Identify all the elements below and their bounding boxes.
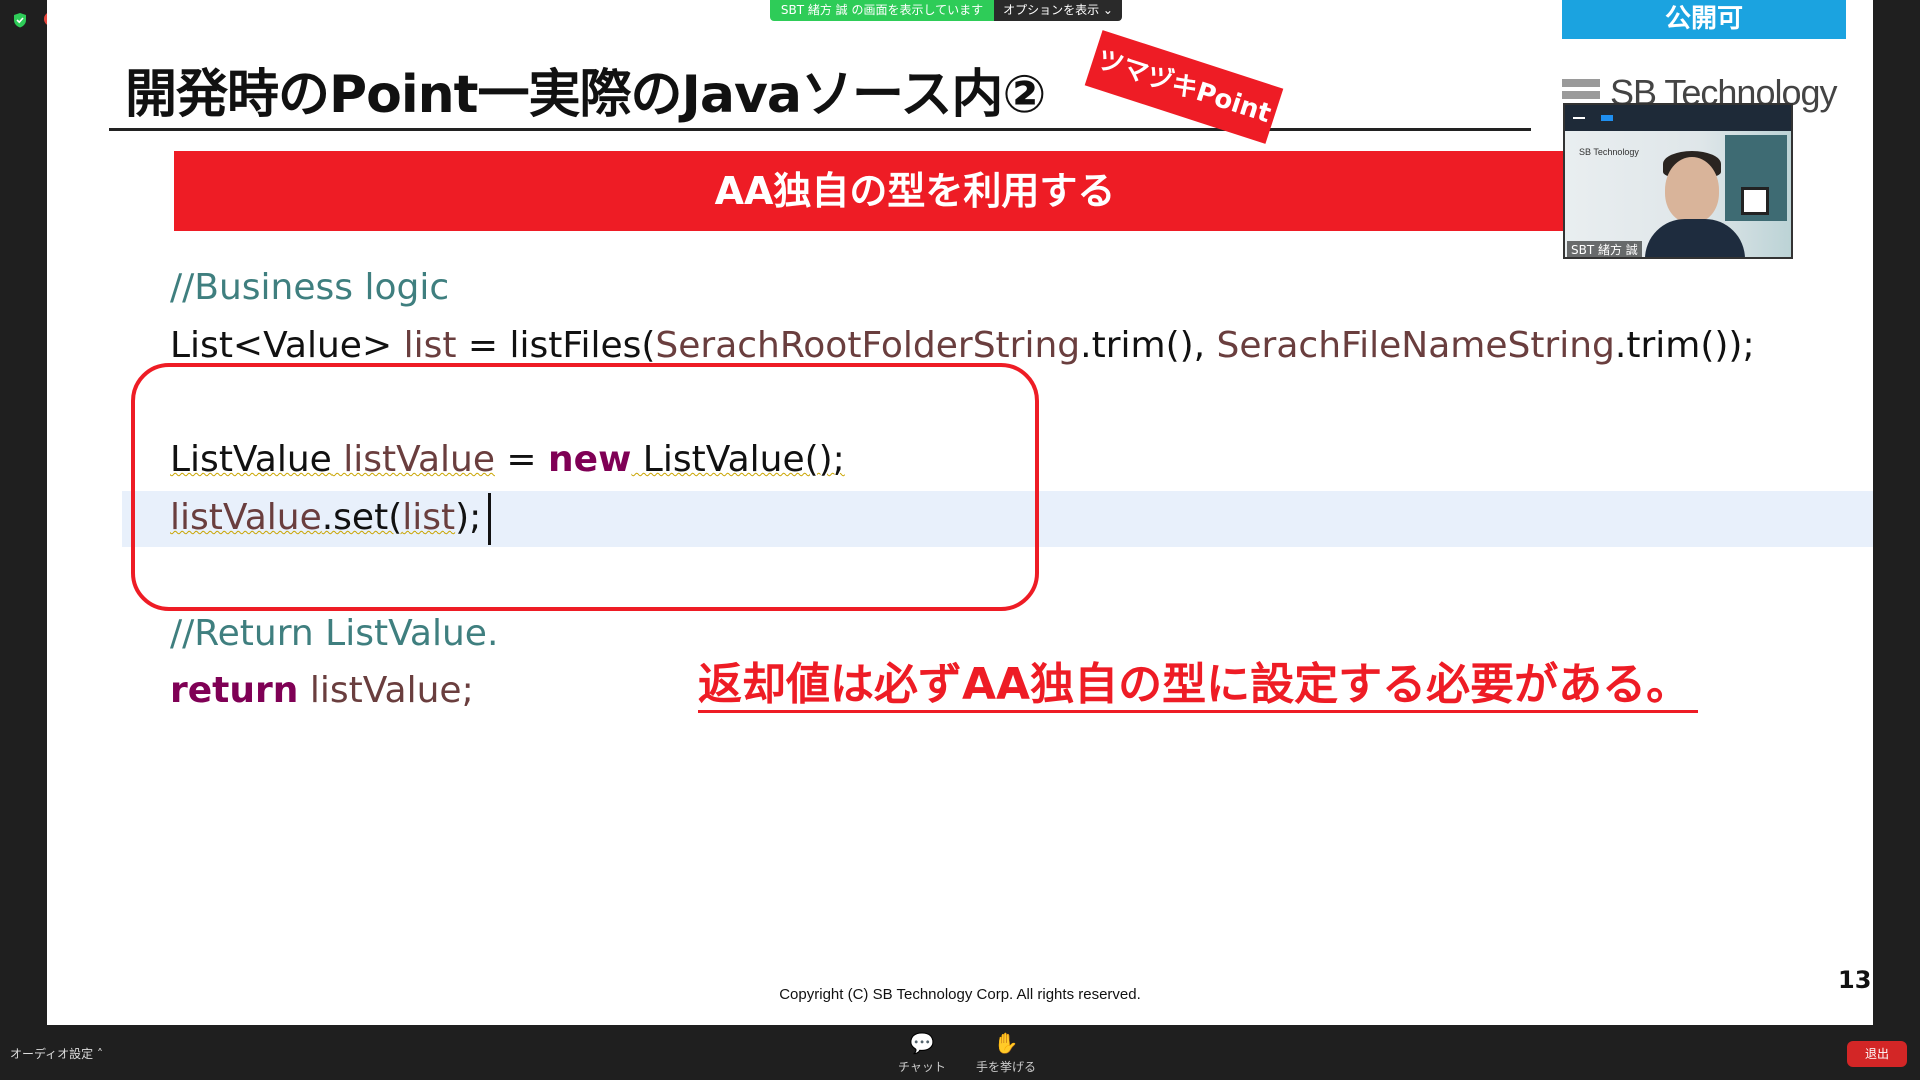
- code-line-return: return listValue;: [170, 667, 474, 715]
- title-underline: [109, 128, 1531, 131]
- copyright-footer: Copyright (C) SB Technology Corp. All ri…: [779, 986, 1141, 1003]
- shield-icon[interactable]: [12, 12, 28, 28]
- audio-settings-button[interactable]: オーディオ設定 ˄: [10, 1045, 103, 1062]
- minimize-icon[interactable]: [1573, 117, 1585, 119]
- raise-hand-icon: ✋: [993, 1031, 1019, 1055]
- leave-button[interactable]: 退出: [1847, 1041, 1907, 1067]
- callout-text: 返却値は必ずAA独自の型に設定する必要がある。: [698, 660, 1699, 713]
- page-number: 13: [1838, 966, 1872, 994]
- chat-icon: 💬: [909, 1031, 935, 1055]
- code-token: list: [403, 325, 457, 366]
- video-view-icon[interactable]: [1601, 115, 1613, 121]
- code-token: SerachFileNameString: [1216, 325, 1615, 366]
- code-comment-business-logic: //Business logic: [170, 267, 450, 308]
- code-token: SerachRootFolderString: [655, 325, 1081, 366]
- code-keyword: return: [170, 670, 299, 711]
- code-token: .trim(),: [1080, 325, 1217, 366]
- code-token: = listFiles(: [456, 325, 656, 366]
- participant-face: [1665, 157, 1719, 223]
- highlight-box: [131, 363, 1039, 611]
- code-comment-return: //Return ListValue.: [170, 613, 499, 654]
- code-token: List<Value>: [170, 325, 404, 366]
- raise-hand-button[interactable]: ✋ 手を挙げる: [966, 1030, 1046, 1075]
- video-tile-header: [1565, 105, 1791, 131]
- video-background-logo: SB Technology: [1579, 147, 1639, 157]
- code-token: .trim());: [1614, 325, 1755, 366]
- point-badge: ツマヅキPoint: [1084, 30, 1284, 144]
- participant-video-tile[interactable]: SB Technology SBT 緒方 誠: [1563, 103, 1793, 259]
- chat-label: チャット: [898, 1060, 946, 1074]
- qr-code-icon: [1741, 187, 1769, 215]
- chat-button[interactable]: 💬 チャット: [882, 1030, 962, 1075]
- public-badge: 公開可: [1562, 0, 1846, 39]
- section-banner: AA独自の型を利用する: [174, 151, 1656, 231]
- view-options-button[interactable]: オプションを表示 ⌄: [994, 0, 1122, 21]
- raise-hand-label: 手を挙げる: [975, 1060, 1036, 1074]
- slide-title: 開発時のPoint一実際のJavaソース内②: [125, 65, 1046, 125]
- code-token: listValue;: [298, 670, 474, 711]
- screen-share-banner: SBT 緒方 誠 の画面を表示しています: [770, 0, 994, 21]
- participant-name: SBT 緒方 誠: [1567, 241, 1642, 257]
